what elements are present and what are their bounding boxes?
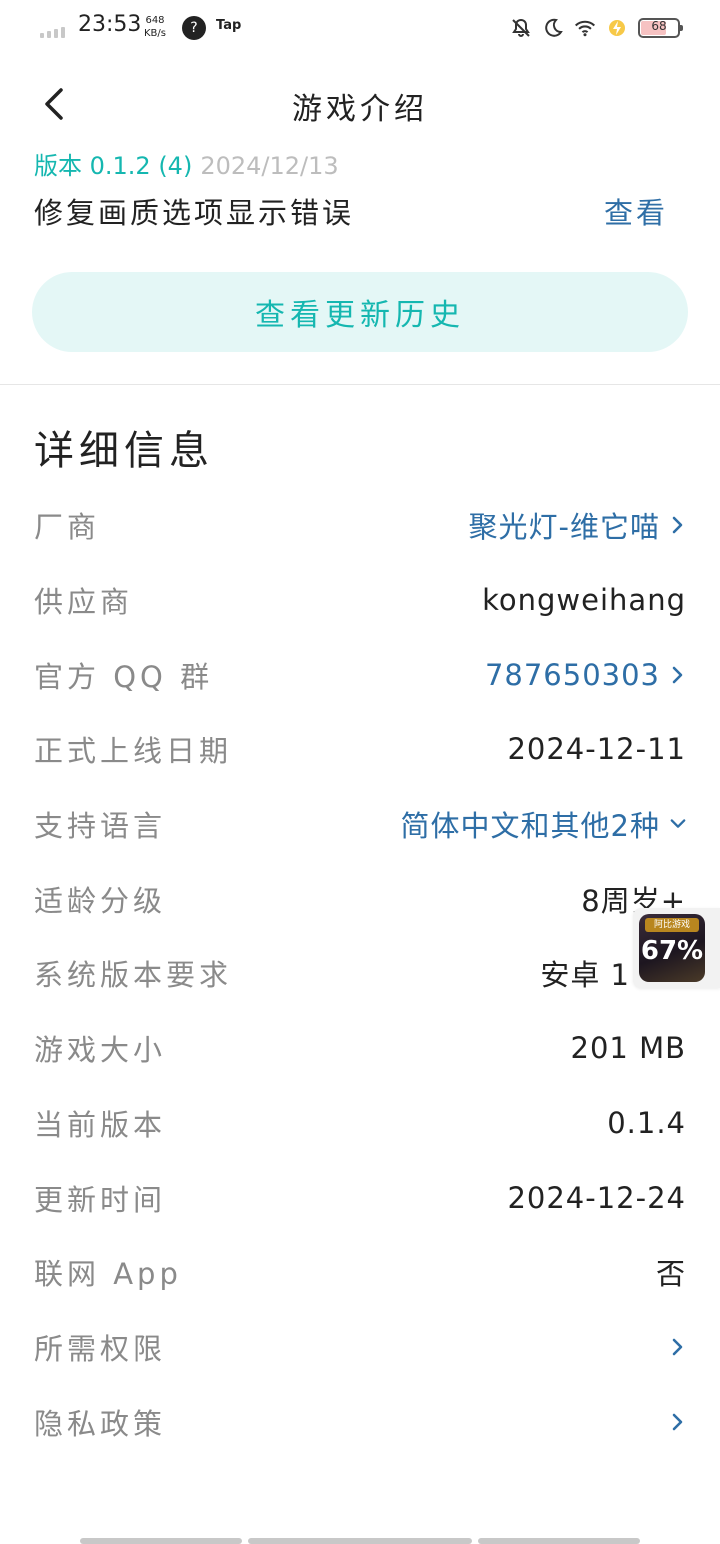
update-note: 修复画质选项显示错误 <box>34 196 355 230</box>
row-update-time: 更新时间 2024-12-24 <box>0 1160 720 1235</box>
notification-app-icon: ? <box>182 16 206 40</box>
signal-icon <box>40 24 70 38</box>
nav-indicator <box>478 1538 640 1544</box>
status-time: 23:53 <box>78 12 142 37</box>
game-icon: 阿比游戏 67% <box>639 914 705 982</box>
row-value: 2024-12-24 <box>507 1180 686 1215</box>
row-label: 系统版本要求 <box>34 958 233 993</box>
row-label: 隐私政策 <box>34 1406 167 1441</box>
row-qq-group[interactable]: 官方 QQ 群 787650303 <box>0 637 720 712</box>
status-icons: 68 <box>510 14 683 42</box>
row-value <box>670 1337 686 1357</box>
row-value: 201 MB <box>570 1031 686 1066</box>
row-label: 联网 App <box>34 1257 182 1292</box>
charging-icon <box>606 17 628 39</box>
network-speed-value: 648 <box>145 15 165 26</box>
row-permissions[interactable]: 所需权限 <box>0 1310 720 1385</box>
version-date: 2024/12/13 <box>200 152 339 180</box>
qq-group-link[interactable]: 787650303 <box>485 658 660 692</box>
row-label: 更新时间 <box>34 1182 167 1217</box>
row-developer[interactable]: 厂商 聚光灯-维它喵 <box>0 488 720 563</box>
chevron-right-icon <box>670 1337 686 1357</box>
row-supplier: 供应商 kongweihang <box>0 563 720 638</box>
row-label: 游戏大小 <box>34 1033 167 1068</box>
row-os-requirement: 系统版本要求 安卓 1 <box>0 936 720 1011</box>
version-label: 版本 0.1.2 (4) <box>34 152 193 180</box>
row-label: 适龄分级 <box>34 883 167 918</box>
network-speed-unit: KB/s <box>144 28 166 39</box>
update-history-button[interactable]: 查看更新历史 <box>32 272 688 352</box>
details-title: 详细信息 <box>34 428 214 474</box>
wifi-icon <box>574 17 596 39</box>
row-value: 简体中文和其他2种 <box>401 803 686 845</box>
nav-indicator <box>80 1538 242 1544</box>
page-title: 游戏介绍 <box>292 92 428 127</box>
chevron-right-icon <box>670 665 686 685</box>
row-label: 正式上线日期 <box>34 734 233 769</box>
row-label: 当前版本 <box>34 1107 167 1142</box>
row-value: 安卓 1 <box>540 958 630 993</box>
row-value: 787650303 <box>485 658 686 692</box>
details-list: 厂商 聚光灯-维它喵 供应商 kongweihang 官方 QQ 群 78765… <box>0 488 720 1459</box>
row-value: 2024-12-11 <box>507 732 686 767</box>
row-label: 所需权限 <box>34 1331 167 1366</box>
tap-label: Tap <box>216 18 242 33</box>
languages-dropdown[interactable]: 简体中文和其他2种 <box>401 803 660 845</box>
mute-bell-icon <box>510 17 532 39</box>
row-release-date: 正式上线日期 2024-12-11 <box>0 712 720 787</box>
row-privacy-policy[interactable]: 隐私政策 <box>0 1384 720 1459</box>
row-value: 聚光灯-维它喵 <box>469 504 686 546</box>
network-speed: 648 KB/s <box>144 14 166 40</box>
view-update-link[interactable]: 查看 <box>604 190 668 232</box>
download-percent: 67% <box>640 936 704 966</box>
page-header: 游戏介绍 <box>0 70 720 136</box>
row-label: 供应商 <box>34 585 134 620</box>
nav-indicator <box>248 1538 472 1544</box>
floating-game-widget[interactable]: 阿比游戏 67% <box>633 908 720 988</box>
row-current-version: 当前版本 0.1.4 <box>0 1086 720 1161</box>
chevron-right-icon <box>670 515 686 535</box>
game-icon-banner: 阿比游戏 <box>645 918 699 932</box>
row-label: 支持语言 <box>34 809 167 844</box>
chevron-down-icon <box>670 814 686 834</box>
status-bar: 23:53 648 KB/s ? Tap 68 <box>0 0 720 56</box>
row-label: 官方 QQ 群 <box>34 659 214 694</box>
version-line: 版本 0.1.2 (4) 2024/12/13 <box>34 146 339 181</box>
battery-icon: 68 <box>638 18 683 38</box>
moon-icon <box>542 17 564 39</box>
row-game-size: 游戏大小 201 MB <box>0 1011 720 1086</box>
row-value <box>670 1412 686 1432</box>
section-divider <box>0 384 720 385</box>
developer-link[interactable]: 聚光灯-维它喵 <box>469 504 660 546</box>
row-online-app: 联网 App 否 <box>0 1235 720 1310</box>
row-languages[interactable]: 支持语言 简体中文和其他2种 <box>0 787 720 862</box>
chevron-right-icon <box>670 1412 686 1432</box>
row-label: 厂商 <box>34 510 101 545</box>
battery-level: 68 <box>651 19 667 33</box>
row-age-rating: 适龄分级 8周岁+ <box>0 861 720 936</box>
row-value: kongweihang <box>482 583 686 618</box>
row-value: 否 <box>655 1257 686 1292</box>
row-value: 0.1.4 <box>607 1105 686 1140</box>
